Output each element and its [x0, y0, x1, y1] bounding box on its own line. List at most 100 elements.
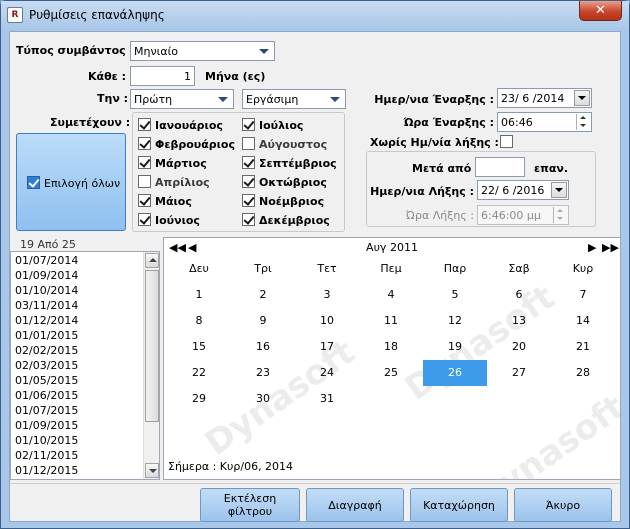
delete-button[interactable]: Διαγραφή [306, 488, 404, 522]
calendar-day[interactable]: 11 [359, 308, 423, 334]
list-item[interactable]: 01/10/2015 [15, 434, 78, 449]
calendar-day[interactable]: 18 [359, 334, 423, 360]
spinner-icon[interactable] [553, 207, 567, 223]
no-end-checkbox[interactable] [500, 135, 513, 148]
calendar-day[interactable]: 21 [551, 334, 615, 360]
daytype-value: Εργάσιμη [246, 93, 299, 106]
chevron-down-icon[interactable] [259, 49, 269, 54]
calendar-day[interactable]: 30 [231, 386, 295, 412]
every-input[interactable]: 1 [130, 66, 195, 86]
calendar-day[interactable]: 1 [167, 282, 231, 308]
next-month-icon[interactable]: ▶ [588, 241, 596, 254]
calendar-day[interactable]: 10 [295, 308, 359, 334]
list-item[interactable]: 01/01/2015 [15, 329, 78, 344]
month-checkbox[interactable] [242, 118, 255, 131]
month-label: Δεκέμβριος [259, 214, 330, 227]
list-item[interactable]: 01/07/2015 [15, 404, 78, 419]
calendar-day[interactable]: 25 [359, 360, 423, 386]
month-checkbox[interactable] [242, 175, 255, 188]
chevron-down-icon[interactable] [330, 97, 340, 102]
calendar-day[interactable]: 29 [167, 386, 231, 412]
calendar-day[interactable]: 9 [231, 308, 295, 334]
calendar-day[interactable]: 17 [295, 334, 359, 360]
month-checkbox[interactable] [242, 213, 255, 226]
month-label: Ιούνιος [155, 214, 200, 227]
month-checkbox[interactable] [138, 175, 151, 188]
month-checkbox[interactable] [138, 156, 151, 169]
calendar-day[interactable]: 13 [487, 308, 551, 334]
list-item[interactable]: 01/10/2014 [15, 284, 78, 299]
list-item[interactable]: 01/12/2015 [15, 464, 78, 479]
month-checkbox[interactable] [138, 118, 151, 131]
select-all-button[interactable]: Επιλογή όλων [16, 133, 126, 231]
list-scrollbar[interactable] [143, 252, 159, 479]
daytype-combo[interactable]: Εργάσιμη [242, 89, 346, 109]
month-checkbox[interactable] [242, 156, 255, 169]
calendar-day[interactable]: 31 [295, 386, 359, 412]
month-label: Νοέμβριος [259, 195, 325, 208]
calendar-dropdown-icon[interactable] [551, 182, 567, 198]
start-time-input[interactable]: 06:46 [497, 112, 592, 132]
calendar-dropdown-icon[interactable] [574, 90, 590, 106]
month-checkbox[interactable] [242, 137, 255, 150]
occurrence-list[interactable]: 01/07/2014 01/09/2014 01/10/2014 03/11/2014… [10, 251, 160, 480]
calendar-day[interactable]: 15 [167, 334, 231, 360]
calendar-day[interactable]: 23 [231, 360, 295, 386]
end-date-picker[interactable]: 22/ 6 /2016 [477, 180, 569, 200]
after-label: Μετά από [412, 162, 472, 175]
calendar-day[interactable]: 7 [551, 282, 615, 308]
weekday-label: Παρ [443, 262, 467, 275]
close-button[interactable]: ✕ [579, 1, 622, 21]
month-checkbox[interactable] [242, 194, 255, 207]
title-bar[interactable]: R Ρυθμίσεις επανάληψης ✕ [1, 1, 629, 29]
scroll-down-icon[interactable] [145, 463, 159, 478]
calendar-day[interactable]: 3 [295, 282, 359, 308]
event-type-combo[interactable]: Μηνιαίο [130, 41, 275, 61]
calendar-day[interactable]: 19 [423, 334, 487, 360]
scroll-up-icon[interactable] [145, 253, 159, 268]
select-all-checkbox[interactable] [27, 176, 40, 189]
run-filter-button[interactable]: Εκτέλεση φίλτρου [200, 488, 300, 522]
list-item[interactable]: 02/11/2015 [15, 449, 78, 464]
calendar-day[interactable]: 2 [231, 282, 295, 308]
calendar-day[interactable]: 5 [423, 282, 487, 308]
list-item[interactable]: 01/05/2015 [15, 374, 78, 389]
month-calendar[interactable]: Dynasoft Dynasoft Dynasoft ◀◀ ◀ Αυγ 2011… [163, 237, 621, 480]
calendar-day[interactable]: 27 [487, 360, 551, 386]
month-checkbox[interactable] [138, 137, 151, 150]
end-time-input[interactable]: 6:46:00 μμ [477, 205, 569, 225]
calendar-day[interactable]: 6 [487, 282, 551, 308]
list-item[interactable]: 01/09/2014 [15, 269, 78, 284]
list-item[interactable]: 01/12/2014 [15, 314, 78, 329]
month-checkbox[interactable] [138, 213, 151, 226]
calendar-day[interactable]: 8 [167, 308, 231, 334]
list-item[interactable]: 02/02/2015 [15, 344, 78, 359]
calendar-day[interactable]: 16 [231, 334, 295, 360]
calendar-day[interactable]: 28 [551, 360, 615, 386]
calendar-day[interactable]: 4 [359, 282, 423, 308]
list-item[interactable]: 01/06/2015 [15, 389, 78, 404]
chevron-down-icon[interactable] [218, 97, 228, 102]
calendar-day[interactable]: 12 [423, 308, 487, 334]
list-item[interactable]: 01/07/2014 [15, 254, 78, 269]
cancel-button[interactable]: Άκυρο [514, 488, 612, 522]
spinner-icon[interactable] [576, 114, 590, 130]
select-all-label: Επιλογή όλων [44, 177, 121, 190]
today-label[interactable]: Σήμερα : Κυρ/06, 2014 [168, 460, 293, 473]
list-item[interactable]: 01/09/2015 [15, 419, 78, 434]
month-checkbox[interactable] [138, 194, 151, 207]
calendar-day[interactable]: 22 [167, 360, 231, 386]
scroll-thumb[interactable] [145, 270, 159, 422]
list-item[interactable]: 03/11/2014 [15, 299, 78, 314]
ordinal-combo[interactable]: Πρώτη [130, 89, 234, 109]
after-count-input[interactable] [475, 157, 525, 177]
calendar-day[interactable]: 20 [487, 334, 551, 360]
start-date-picker[interactable]: 23/ 6 /2014 [497, 88, 592, 108]
next-year-icon[interactable]: ▶▶ [602, 241, 619, 254]
calendar-day-selected[interactable]: 26 [423, 360, 487, 386]
save-button[interactable]: Καταχώρηση [410, 488, 508, 522]
occurrence-count-text: 19 Από 25 [20, 238, 76, 251]
calendar-day[interactable]: 14 [551, 308, 615, 334]
calendar-day[interactable]: 24 [295, 360, 359, 386]
list-item[interactable]: 02/03/2015 [15, 359, 78, 374]
